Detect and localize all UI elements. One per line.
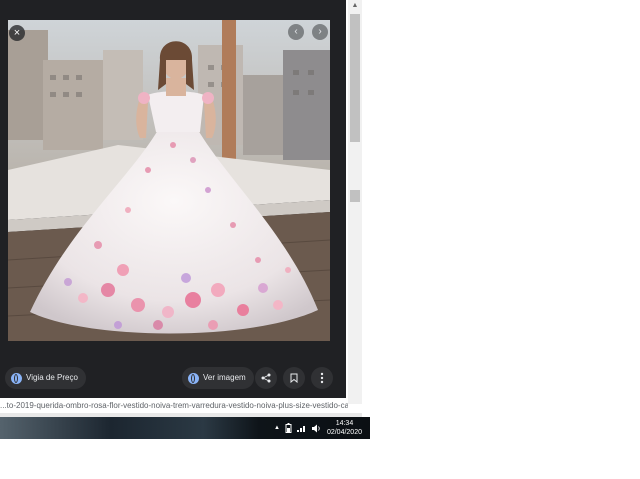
image-actions-bar: Vigia de Preço Ver imagem <box>0 362 346 392</box>
price-watch-button[interactable]: Vigia de Preço <box>5 367 86 389</box>
clock-time: 14:34 <box>335 420 354 427</box>
share-icon[interactable] <box>255 367 277 389</box>
globe-icon <box>11 372 22 384</box>
clock[interactable]: 14:34 02/04/2020 <box>327 419 362 437</box>
system-tray: ▲ 14:34 02/04/2020 <box>274 417 362 439</box>
more-vert-icon[interactable] <box>311 367 333 389</box>
network-icon[interactable] <box>296 424 307 432</box>
wedding-dress-photo[interactable] <box>8 20 330 341</box>
bookmark-icon[interactable] <box>283 367 305 389</box>
price-watch-label: Vigia de Preço <box>26 373 78 382</box>
scroll-marker <box>350 190 360 202</box>
globe-icon <box>188 372 199 384</box>
view-image-button[interactable]: Ver imagem <box>182 367 254 389</box>
vertical-scrollbar[interactable]: ▲ <box>348 0 362 404</box>
clock-date: 02/04/2020 <box>326 429 362 436</box>
close-icon[interactable]: × <box>9 25 25 41</box>
windows-taskbar: ▲ 14:34 02/04/2020 <box>0 417 370 439</box>
page-url-text[interactable]: ...to-2019-querida-ombro-rosa-flor-vesti… <box>0 399 348 413</box>
volume-icon[interactable] <box>311 424 322 433</box>
scroll-thumb[interactable] <box>350 14 360 142</box>
view-image-label: Ver imagem <box>203 373 246 382</box>
image-viewer-panel: × ‹ › Vigia de Preço Ver imagem <box>0 0 346 398</box>
battery-icon[interactable] <box>285 423 292 433</box>
show-hidden-icons-icon[interactable]: ▲ <box>274 425 280 431</box>
next-image-icon[interactable]: › <box>312 24 328 40</box>
previous-image-icon[interactable]: ‹ <box>288 24 304 40</box>
scroll-up-arrow-icon[interactable]: ▲ <box>348 0 362 12</box>
